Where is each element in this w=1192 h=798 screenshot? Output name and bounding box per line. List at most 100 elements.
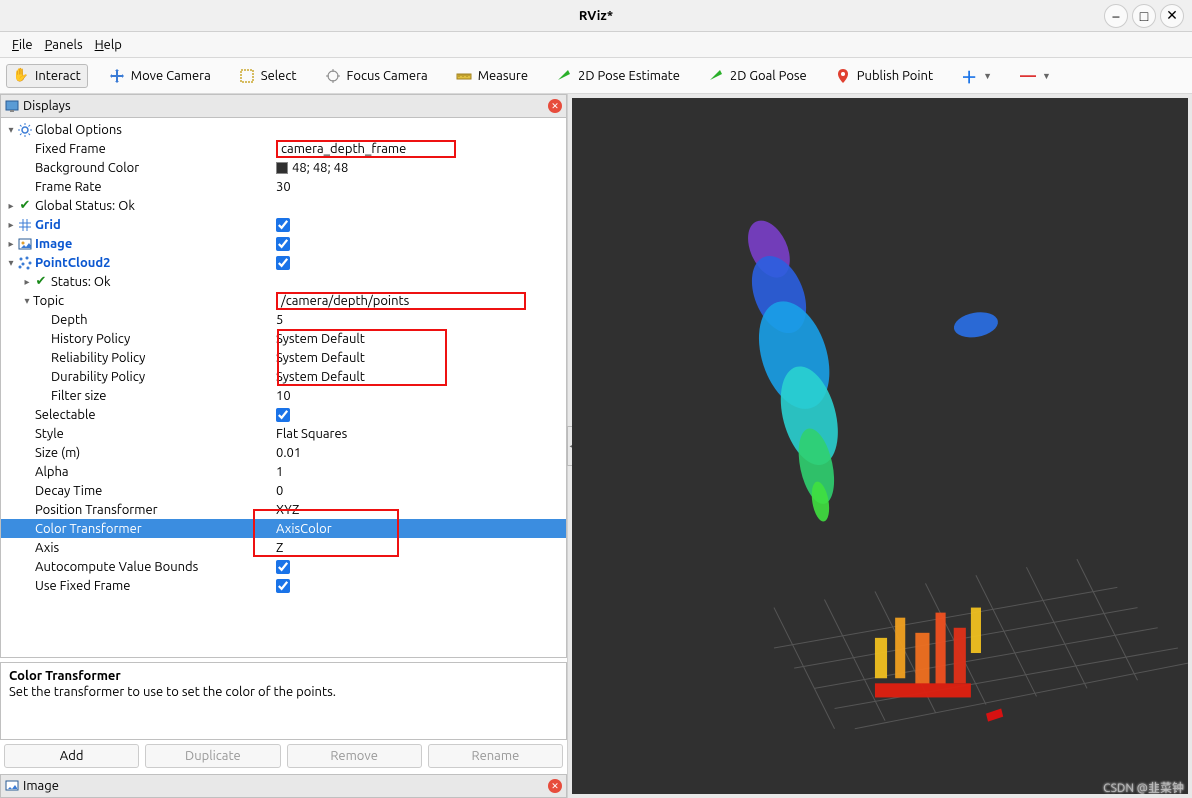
- tool-publish-point[interactable]: Publish Point: [828, 64, 940, 88]
- 3d-viewport[interactable]: [572, 98, 1188, 794]
- tool-goal-pose[interactable]: 2D Goal Pose: [701, 64, 814, 88]
- tool-interact[interactable]: ✋ Interact: [6, 64, 88, 88]
- expand-icon[interactable]: ▾: [5, 124, 17, 136]
- tree-value[interactable]: 0.01: [276, 446, 301, 460]
- tree-label: Topic: [33, 294, 64, 308]
- tree-item-selectable[interactable]: Selectable: [1, 405, 566, 424]
- expand-icon[interactable]: ▸: [21, 276, 33, 288]
- tree-value[interactable]: 1: [276, 465, 283, 479]
- tree-value[interactable]: System Default: [276, 332, 365, 346]
- panel-close-icon[interactable]: ✕: [548, 99, 562, 113]
- image-panel-title: Image: [23, 779, 544, 793]
- tree-item-image[interactable]: ▸ Image: [1, 234, 566, 253]
- tree-item-global-status[interactable]: ▸ ✔ Global Status: Ok: [1, 196, 566, 215]
- tree-item-filter-size[interactable]: Filter size 10: [1, 386, 566, 405]
- tool-select[interactable]: Select: [232, 64, 304, 88]
- tree-label: Status: Ok: [51, 275, 111, 289]
- pointcloud2-checkbox[interactable]: [276, 256, 290, 270]
- tree-value[interactable]: System Default: [276, 370, 365, 384]
- expand-icon[interactable]: ▸: [5, 200, 17, 212]
- tree-item-history-policy[interactable]: History Policy System Default: [1, 329, 566, 348]
- tree-item-reliability-policy[interactable]: Reliability Policy System Default: [1, 348, 566, 367]
- tree-label: Grid: [35, 218, 61, 232]
- tree-value[interactable]: XYZ: [276, 503, 299, 517]
- tree-item-style[interactable]: Style Flat Squares: [1, 424, 566, 443]
- toolbar: ✋ Interact Move Camera Select Focus Came…: [0, 58, 1192, 94]
- tree-item-decay-time[interactable]: Decay Time 0: [1, 481, 566, 500]
- tool-remove[interactable]: —▼: [1013, 63, 1058, 89]
- menu-file[interactable]: File: [6, 36, 39, 54]
- expand-icon[interactable]: ▸: [5, 219, 17, 231]
- tree-item-size[interactable]: Size (m) 0.01: [1, 443, 566, 462]
- tool-add[interactable]: ＋▼: [954, 60, 999, 92]
- add-button[interactable]: Add: [4, 744, 139, 768]
- minimize-button[interactable]: –: [1104, 4, 1128, 28]
- tree-item-frame-rate[interactable]: Frame Rate 30: [1, 177, 566, 196]
- tree-value[interactable]: 5: [276, 313, 283, 327]
- tree-item-pointcloud2[interactable]: ▾ PointCloud2: [1, 253, 566, 272]
- pointcloud-render: [572, 98, 1188, 794]
- tool-measure[interactable]: Measure: [449, 64, 535, 88]
- tree-value[interactable]: 30: [276, 180, 291, 194]
- tree-item-durability-policy[interactable]: Durability Policy System Default: [1, 367, 566, 386]
- displays-tree[interactable]: ▾ Global Options Fixed Frame camera_dept…: [0, 118, 567, 658]
- displays-panel-header[interactable]: Displays ✕: [0, 94, 567, 118]
- use-fixed-frame-checkbox[interactable]: [276, 579, 290, 593]
- tree-item-autocompute-bounds[interactable]: Autocompute Value Bounds: [1, 557, 566, 576]
- image-checkbox[interactable]: [276, 237, 290, 251]
- tree-item-use-fixed-frame[interactable]: Use Fixed Frame: [1, 576, 566, 595]
- tree-item-background-color[interactable]: Background Color 48; 48; 48: [1, 158, 566, 177]
- menu-panels[interactable]: Panels: [39, 36, 89, 54]
- tree-item-axis[interactable]: Axis Z: [1, 538, 566, 557]
- move-icon: [109, 68, 125, 84]
- close-button[interactable]: ✕: [1160, 4, 1184, 28]
- tree-value[interactable]: System Default: [276, 351, 365, 365]
- tree-value[interactable]: 48; 48; 48: [292, 161, 348, 175]
- tree-label: Depth: [51, 313, 88, 327]
- tree-value[interactable]: camera_depth_frame: [276, 140, 456, 158]
- right-panel: ◂: [568, 94, 1192, 798]
- panel-close-icon[interactable]: ✕: [548, 779, 562, 793]
- image-panel-header[interactable]: Image ✕: [0, 774, 567, 798]
- tree-value[interactable]: Flat Squares: [276, 427, 347, 441]
- tree-item-global-options[interactable]: ▾ Global Options: [1, 120, 566, 139]
- tree-item-color-transformer[interactable]: Color Transformer AxisColor: [1, 519, 566, 538]
- tree-label: Axis: [35, 541, 59, 555]
- rename-button[interactable]: Rename: [428, 744, 563, 768]
- tree-label: Use Fixed Frame: [35, 579, 130, 593]
- tool-pose-estimate[interactable]: 2D Pose Estimate: [549, 64, 687, 88]
- remove-button[interactable]: Remove: [287, 744, 422, 768]
- duplicate-button[interactable]: Duplicate: [145, 744, 280, 768]
- tree-label: Fixed Frame: [35, 142, 106, 156]
- expand-icon[interactable]: ▸: [5, 238, 17, 250]
- tree-item-status-ok[interactable]: ▸ ✔ Status: Ok: [1, 272, 566, 291]
- tree-value[interactable]: Z: [276, 541, 283, 555]
- tree-value[interactable]: 0: [276, 484, 283, 498]
- tree-label: Image: [35, 237, 72, 251]
- grid-checkbox[interactable]: [276, 218, 290, 232]
- tree-item-position-transformer[interactable]: Position Transformer XYZ: [1, 500, 566, 519]
- tree-item-grid[interactable]: ▸ Grid: [1, 215, 566, 234]
- selectable-checkbox[interactable]: [276, 408, 290, 422]
- maximize-button[interactable]: □: [1132, 4, 1156, 28]
- expand-icon[interactable]: ▾: [5, 257, 17, 269]
- image-icon: [5, 779, 19, 793]
- tree-value[interactable]: AxisColor: [276, 522, 332, 536]
- tree-item-topic[interactable]: ▾ Topic /camera/depth/points: [1, 291, 566, 310]
- select-icon: [239, 68, 255, 84]
- menu-help[interactable]: Help: [89, 36, 128, 54]
- autocompute-checkbox[interactable]: [276, 560, 290, 574]
- tool-move-label: Move Camera: [131, 69, 211, 83]
- tool-move-camera[interactable]: Move Camera: [102, 64, 218, 88]
- tree-item-alpha[interactable]: Alpha 1: [1, 462, 566, 481]
- tree-item-depth[interactable]: Depth 5: [1, 310, 566, 329]
- description-box: Color Transformer Set the transformer to…: [0, 662, 567, 740]
- tree-value[interactable]: /camera/depth/points: [276, 292, 526, 310]
- tool-focus-camera[interactable]: Focus Camera: [318, 64, 435, 88]
- color-swatch[interactable]: [276, 162, 288, 174]
- tree-item-fixed-frame[interactable]: Fixed Frame camera_depth_frame: [1, 139, 566, 158]
- tree-value[interactable]: 10: [276, 389, 291, 403]
- tree-label: Autocompute Value Bounds: [35, 560, 198, 574]
- check-icon: ✔: [17, 198, 33, 214]
- expand-icon[interactable]: ▾: [21, 295, 33, 307]
